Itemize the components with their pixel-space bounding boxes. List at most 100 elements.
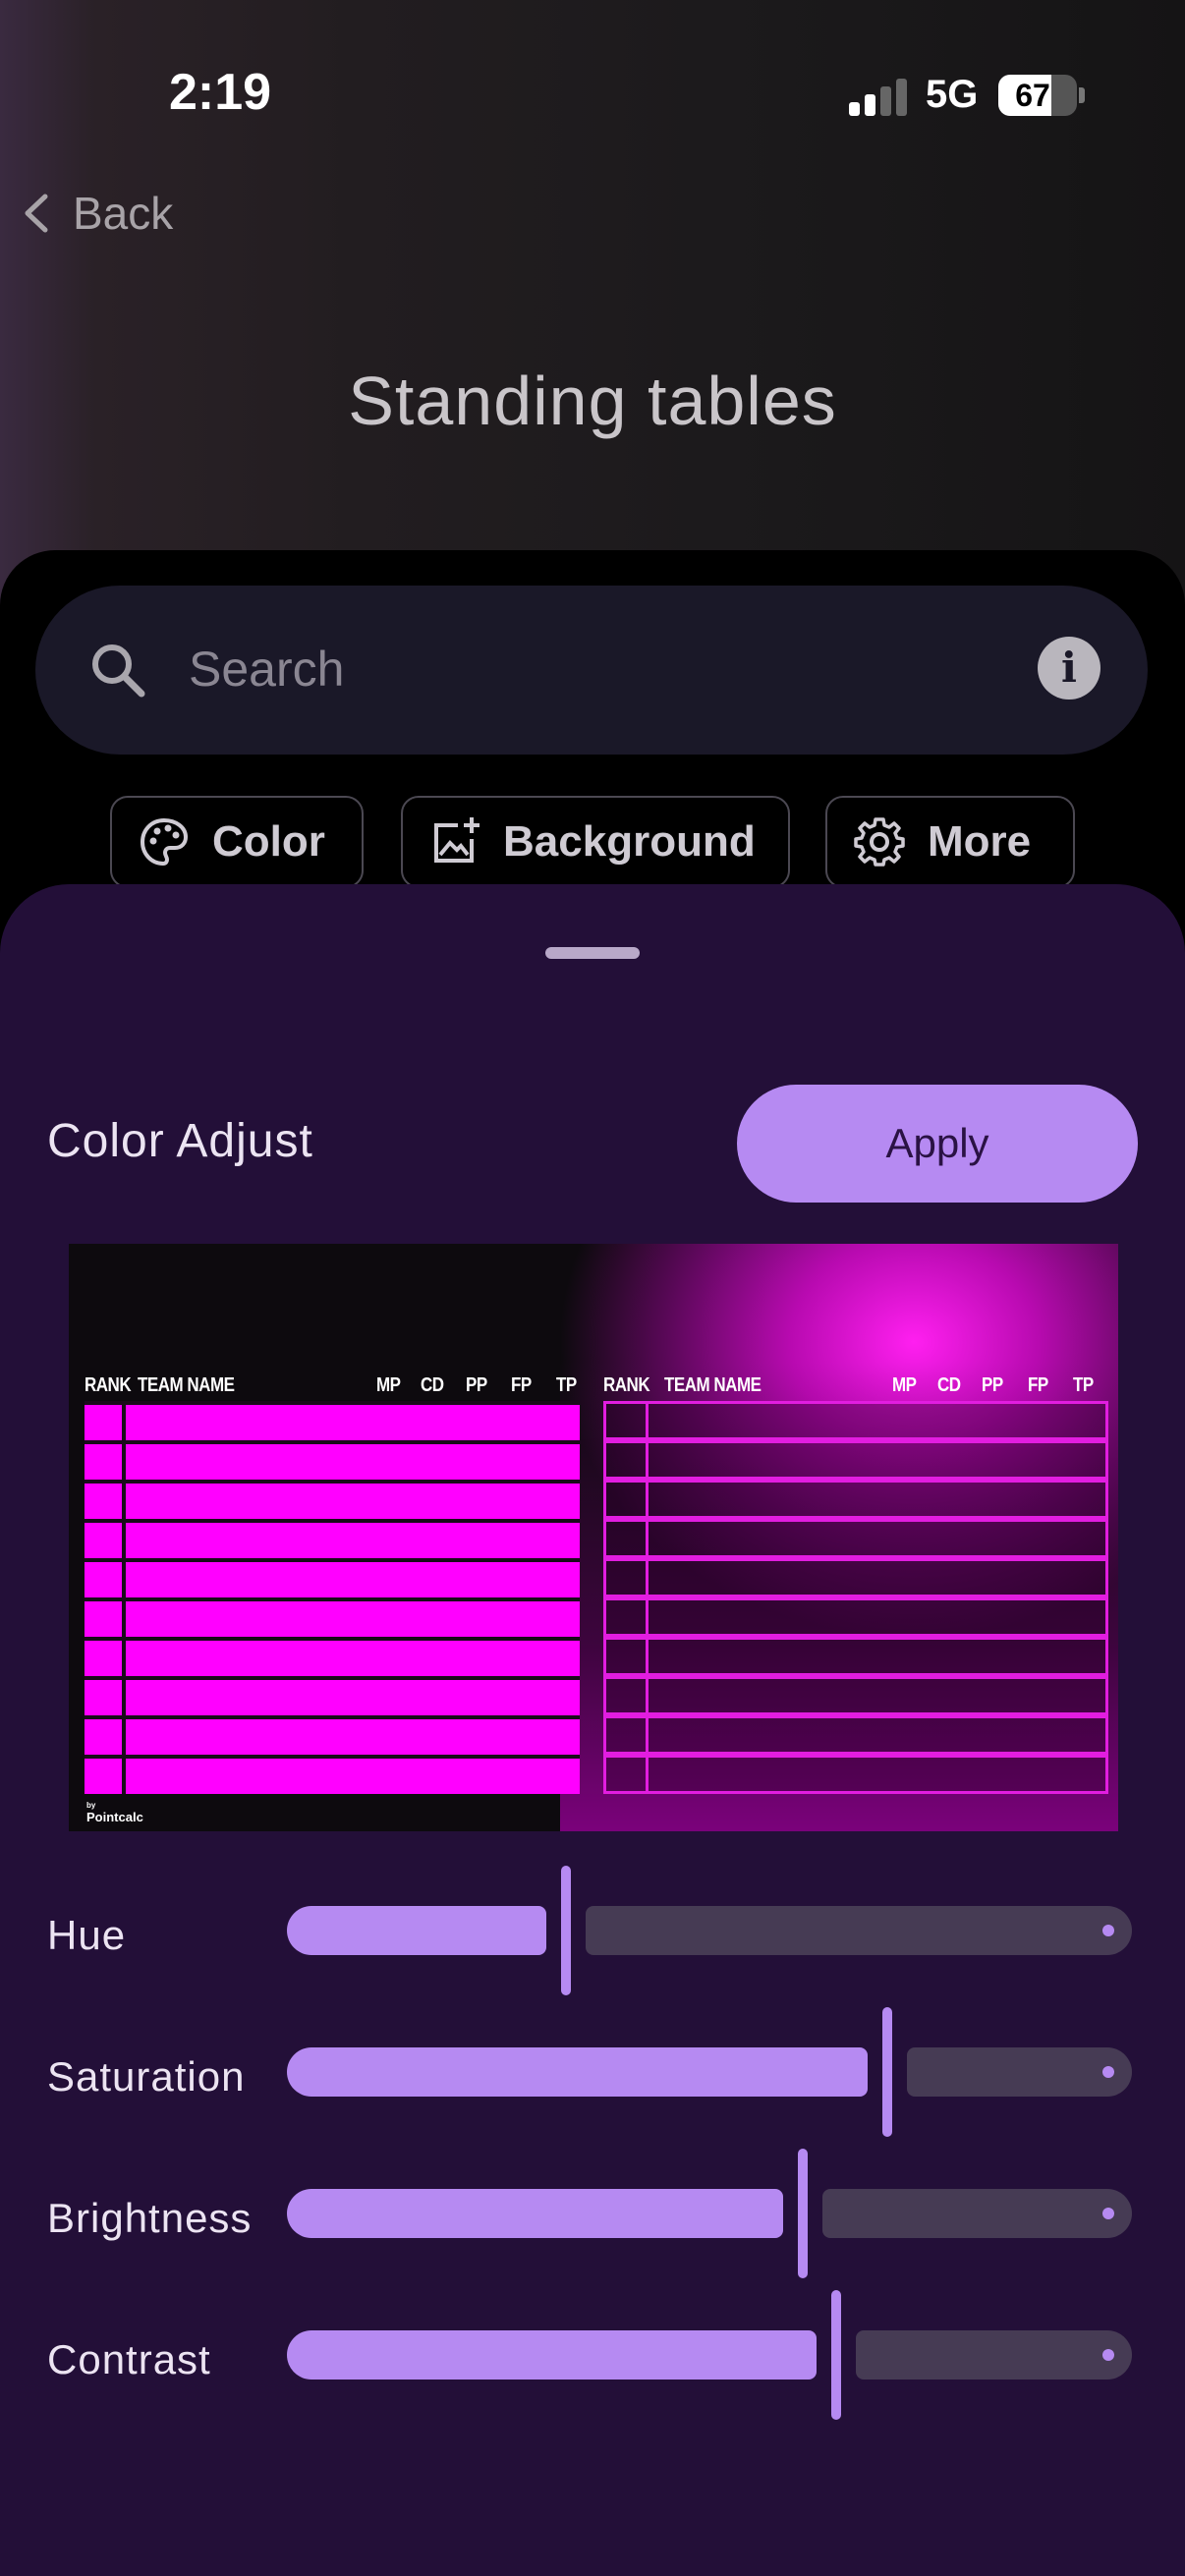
rank-cell-divider <box>122 1601 126 1637</box>
info-icon[interactable]: i <box>1038 637 1100 700</box>
color-chip[interactable]: Color <box>110 796 364 888</box>
search-bar[interactable]: Search i <box>35 586 1148 755</box>
header-rank-left: RANK <box>85 1373 132 1396</box>
slider-inactive-track[interactable] <box>856 2330 1132 2380</box>
header-mp-left: MP <box>376 1373 401 1396</box>
more-chip[interactable]: More <box>825 796 1075 888</box>
slider-stop-indicator <box>1102 1925 1114 1936</box>
header-cd-left: CD <box>421 1373 444 1396</box>
table-row <box>85 1480 580 1519</box>
status-time: 2:19 <box>169 64 272 121</box>
table-row <box>85 1715 580 1755</box>
table-row <box>85 1519 580 1558</box>
slider-active-track[interactable] <box>287 2047 868 2097</box>
table-row <box>85 1440 580 1480</box>
rank-cell-divider <box>122 1641 126 1676</box>
sheet-drag-handle[interactable] <box>545 947 640 959</box>
slider-active-track[interactable] <box>287 2189 783 2238</box>
gear-icon <box>854 817 905 867</box>
table-row <box>85 1597 580 1637</box>
table-row <box>85 1558 580 1597</box>
sheet-title: Color Adjust <box>47 1115 313 1167</box>
saturation-label: Saturation <box>47 2053 246 2100</box>
apply-button[interactable]: Apply <box>737 1085 1138 1203</box>
back-button[interactable]: Back <box>20 187 173 240</box>
palette-icon <box>140 817 189 867</box>
battery-nub <box>1079 87 1085 103</box>
table-grid-left <box>85 1401 580 1794</box>
add-image-icon <box>434 817 480 863</box>
header-cd-right: CD <box>937 1373 961 1396</box>
more-chip-label: More <box>928 817 1032 866</box>
rank-cell-divider <box>646 1679 649 1712</box>
slider-stop-indicator <box>1102 2208 1114 2219</box>
slider-thumb[interactable] <box>831 2290 841 2420</box>
slider-active-track[interactable] <box>287 1906 546 1955</box>
slider-stop-indicator <box>1102 2349 1114 2361</box>
color-chip-label: Color <box>212 817 325 866</box>
background-chip[interactable]: Background <box>401 796 790 888</box>
slider-thumb[interactable] <box>882 2007 892 2137</box>
contrast-label: Contrast <box>47 2336 211 2382</box>
table-row <box>603 1440 1108 1480</box>
table-row <box>603 1480 1108 1519</box>
slider-inactive-track[interactable] <box>822 2189 1132 2238</box>
battery-icon: 67 <box>998 75 1077 116</box>
slider-thumb[interactable] <box>561 1866 571 1995</box>
battery-level: 67 <box>1015 78 1050 113</box>
rank-cell-divider <box>646 1758 649 1791</box>
rank-cell-divider <box>122 1523 126 1558</box>
header-fp-left: FP <box>511 1373 532 1396</box>
search-input[interactable]: Search <box>189 641 344 698</box>
slider-active-track[interactable] <box>287 2330 817 2380</box>
chevron-left-icon <box>25 194 48 233</box>
rank-cell-divider <box>646 1718 649 1752</box>
table-row <box>603 1755 1108 1794</box>
table-row <box>603 1715 1108 1755</box>
rank-cell-divider <box>646 1561 649 1595</box>
table-row <box>85 1676 580 1715</box>
back-label: Back <box>73 188 174 239</box>
rank-cell-divider <box>646 1640 649 1673</box>
brightness-label: Brightness <box>47 2195 253 2241</box>
background-chip-label: Background <box>503 817 756 866</box>
pointcalc-logo: by Pointcalc <box>86 1800 143 1823</box>
slider-stop-indicator <box>1102 2066 1114 2078</box>
cellular-signal-icon <box>849 79 908 116</box>
header-team-right: TEAM NAME <box>664 1373 762 1396</box>
slider-inactive-track[interactable] <box>907 2047 1132 2097</box>
slider-thumb[interactable] <box>798 2149 808 2278</box>
standing-table-preview: RANK TEAM NAME MP CD PP FP TP RANK TEAM … <box>69 1244 1118 1831</box>
page-title: Standing tables <box>348 363 837 439</box>
hue-label: Hue <box>47 1912 127 1958</box>
credit-name: Pointcalc <box>86 1810 143 1824</box>
header-tp-left: TP <box>556 1373 577 1396</box>
header-team-left: TEAM NAME <box>138 1373 235 1396</box>
network-type: 5G <box>926 73 979 116</box>
table-grid-right <box>603 1401 1108 1794</box>
table-row <box>85 1637 580 1676</box>
table-row <box>603 1519 1108 1558</box>
rank-cell-divider <box>122 1484 126 1519</box>
rank-cell-divider <box>122 1759 126 1794</box>
rank-cell-divider <box>122 1444 126 1480</box>
rank-cell-divider <box>646 1600 649 1634</box>
rank-cell-divider <box>122 1405 126 1440</box>
table-row <box>603 1401 1108 1440</box>
header-tp-right: TP <box>1073 1373 1094 1396</box>
table-row <box>603 1558 1108 1597</box>
rank-cell-divider <box>122 1719 126 1755</box>
table-row <box>85 1401 580 1440</box>
rank-cell-divider <box>122 1680 126 1715</box>
rank-cell-divider <box>646 1404 649 1437</box>
rank-cell-divider <box>122 1562 126 1597</box>
rank-cell-divider <box>646 1522 649 1555</box>
slider-inactive-track[interactable] <box>586 1906 1132 1955</box>
search-icon <box>92 644 145 698</box>
header-fp-right: FP <box>1028 1373 1048 1396</box>
header-pp-left: PP <box>466 1373 487 1396</box>
rank-cell-divider <box>646 1483 649 1516</box>
header-mp-right: MP <box>892 1373 917 1396</box>
table-row <box>603 1637 1108 1676</box>
rank-cell-divider <box>646 1443 649 1477</box>
